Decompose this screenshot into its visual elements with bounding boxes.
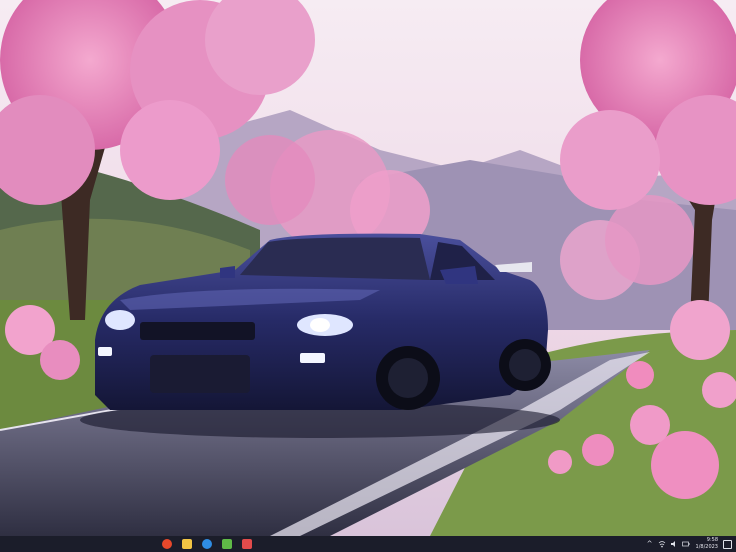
volume-icon[interactable] xyxy=(670,540,678,548)
start-icon-glyph xyxy=(162,539,172,549)
edge-icon-glyph xyxy=(202,539,212,549)
start-icon[interactable] xyxy=(160,537,174,551)
notification-icon[interactable] xyxy=(722,539,732,549)
store-icon[interactable] xyxy=(220,537,234,551)
taskbar: ^ 9:58 1/8/2023 xyxy=(0,536,736,552)
system-tray: ^ 9:58 1/8/2023 xyxy=(646,536,732,552)
file-explorer-icon-glyph xyxy=(182,539,192,549)
desktop-wallpaper xyxy=(0,0,736,536)
taskbar-apps xyxy=(160,536,254,552)
edge-icon[interactable] xyxy=(200,537,214,551)
battery-icon[interactable] xyxy=(681,540,690,548)
app-icon-glyph xyxy=(242,539,252,549)
clock-time: 9:58 xyxy=(706,537,718,543)
clock-date: 1/8/2023 xyxy=(695,544,718,550)
app-icon[interactable] xyxy=(240,537,254,551)
store-icon-glyph xyxy=(222,539,232,549)
taskbar-clock[interactable]: 9:58 1/8/2023 xyxy=(696,537,718,551)
chevron-up-icon[interactable]: ^ xyxy=(646,540,654,548)
file-explorer-icon[interactable] xyxy=(180,537,194,551)
notification-icon-glyph xyxy=(722,539,732,549)
network-icon[interactable] xyxy=(658,540,666,548)
